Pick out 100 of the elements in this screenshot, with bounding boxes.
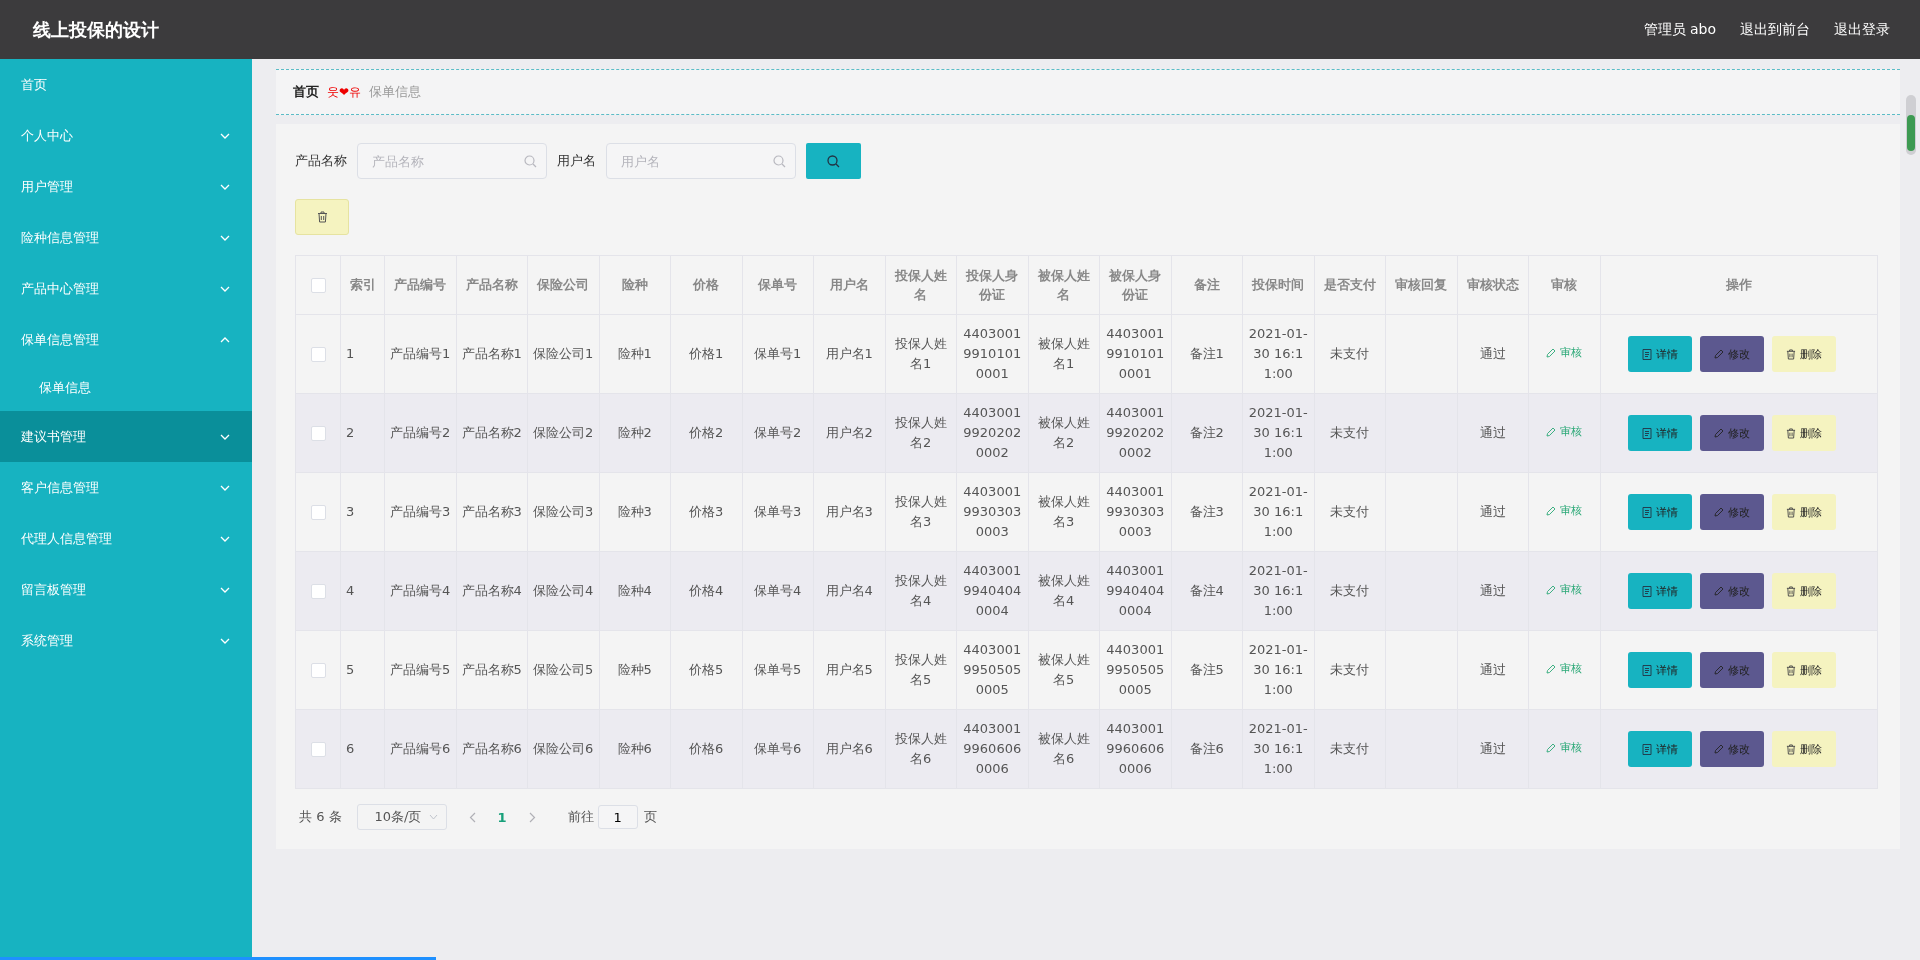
row-checkbox[interactable] (310, 583, 326, 599)
row-checkbox[interactable] (310, 741, 326, 757)
table-cell-text: 保单号5 (754, 660, 802, 679)
next-page-icon[interactable] (528, 811, 536, 823)
sidebar-item[interactable]: 险种信息管理 (0, 212, 252, 263)
delete-button[interactable] (295, 199, 349, 235)
page-unit-label: 页 (643, 808, 657, 826)
scrollbar[interactable] (1906, 95, 1916, 155)
sidebar-item[interactable]: 首页 (0, 59, 252, 110)
sidebar-item[interactable]: 保单信息管理 (0, 314, 252, 365)
sidebar-item[interactable]: 个人中心 (0, 110, 252, 161)
table-cell-text: 440300199202020002 (962, 403, 1023, 463)
review-link[interactable]: 审核 (1546, 739, 1583, 757)
chevron-icon (220, 183, 230, 190)
table-cell-text: 产品名称4 (461, 581, 522, 600)
column-header: 被保人姓名 (1037, 267, 1090, 302)
row-checkbox[interactable] (310, 425, 326, 441)
table-cell-text: 被保人姓名5 (1036, 650, 1091, 689)
column-header: 操作 (1725, 277, 1752, 293)
table-cell-text: 440300199101010001 (962, 324, 1023, 384)
table-cell-text: 2021-01-30 16:11:00 (1248, 324, 1309, 384)
sidebar-item[interactable]: 建议书管理 (0, 411, 252, 462)
column-header: 审核 (1551, 277, 1578, 293)
review-link[interactable]: 审核 (1546, 581, 1583, 599)
pencil-icon (1546, 742, 1557, 753)
sidebar-item[interactable]: 用户管理 (0, 161, 252, 212)
table-cell-text: 未支付 (1330, 660, 1370, 679)
pencil-icon (1713, 586, 1724, 596)
detail-button[interactable]: 详情 (1627, 415, 1692, 451)
table-cell-text: 440300199202020002 (1105, 403, 1166, 463)
table-cell-text: 用户名3 (825, 502, 873, 521)
edit-button[interactable]: 修改 (1699, 652, 1764, 688)
edit-button[interactable]: 修改 (1699, 731, 1764, 767)
delete-button[interactable]: 删除 (1771, 652, 1836, 688)
search-field[interactable]: 产品名称 (357, 143, 547, 179)
trash-icon (1785, 664, 1796, 676)
edit-button[interactable]: 修改 (1699, 494, 1764, 530)
delete-button[interactable]: 删除 (1771, 573, 1836, 609)
review-link[interactable]: 审核 (1546, 660, 1583, 678)
search-field[interactable]: 用户名 (606, 143, 796, 179)
sidebar-item[interactable]: 留言板管理 (0, 564, 252, 615)
page-number[interactable]: 1 (497, 809, 507, 825)
search-button[interactable] (806, 143, 861, 179)
table-cell-text: 440300199303030003 (1105, 482, 1166, 542)
detail-button[interactable]: 详情 (1627, 573, 1692, 609)
row-checkbox[interactable] (310, 504, 326, 520)
table-cell-text: 2021-01-30 16:11:00 (1248, 403, 1309, 463)
delete-button[interactable]: 删除 (1771, 415, 1836, 451)
delete-button[interactable]: 删除 (1771, 494, 1836, 530)
document-icon (1641, 348, 1652, 360)
table-cell-text: 保险公司5 (533, 660, 594, 679)
table-cell-text: 产品名称3 (461, 502, 522, 521)
edit-button[interactable]: 修改 (1699, 573, 1764, 609)
admin-label: 管理员 abo (1643, 20, 1716, 39)
sidebar-item[interactable]: 系统管理 (0, 615, 252, 666)
table-cell-text: 440300199505050005 (962, 640, 1023, 700)
detail-button[interactable]: 详情 (1627, 731, 1692, 767)
table-cell-text: 用户名6 (825, 739, 873, 758)
edit-button[interactable]: 修改 (1699, 336, 1764, 372)
column-header: 备注 (1193, 277, 1220, 293)
table-cell-text: 未支付 (1330, 423, 1370, 442)
pencil-icon (1713, 665, 1724, 675)
row-checkbox[interactable] (310, 662, 326, 678)
sidebar-subitem[interactable]: 保单信息 (0, 365, 252, 411)
row-checkbox[interactable] (310, 346, 326, 362)
pencil-icon (1713, 507, 1724, 517)
detail-button[interactable]: 详情 (1627, 494, 1692, 530)
chevron-icon (220, 637, 230, 644)
trash-icon (1785, 348, 1796, 360)
pencil-icon (1713, 428, 1724, 438)
sidebar-item[interactable]: 客户信息管理 (0, 462, 252, 513)
table-cell-text: 用户名4 (825, 581, 873, 600)
detail-button[interactable]: 详情 (1627, 652, 1692, 688)
header-link[interactable]: 退出登录 (1834, 20, 1890, 39)
table-cell-text: 备注2 (1189, 423, 1224, 442)
delete-button[interactable]: 删除 (1771, 731, 1836, 767)
detail-button[interactable]: 详情 (1627, 336, 1692, 372)
header-link[interactable]: 退出到前台 (1740, 20, 1810, 39)
delete-button[interactable]: 删除 (1771, 336, 1836, 372)
review-link[interactable]: 审核 (1546, 502, 1583, 520)
review-link[interactable]: 审核 (1546, 344, 1583, 362)
review-link[interactable]: 审核 (1546, 423, 1583, 441)
page-size-select[interactable]: 10条/页 (356, 804, 447, 830)
table-cell-text: 险种1 (617, 344, 652, 363)
table-cell-text: 投保人姓名5 (893, 650, 948, 689)
previous-page-icon[interactable] (468, 811, 476, 823)
pencil-icon (1713, 744, 1724, 754)
breadcrumb-link[interactable]: 首页 (293, 83, 319, 101)
table-cell-text: 2021-01-30 16:11:00 (1248, 561, 1309, 621)
edit-button[interactable]: 修改 (1699, 415, 1764, 451)
table-cell-text: 被保人姓名2 (1036, 413, 1091, 452)
sidebar-item[interactable]: 代理人信息管理 (0, 513, 252, 564)
pencil-icon (1713, 349, 1724, 359)
search-icon (773, 155, 786, 168)
table-cell-text: 备注1 (1189, 344, 1224, 363)
search-icon (524, 155, 537, 168)
chevron-icon (220, 535, 230, 542)
sidebar-item[interactable]: 产品中心管理 (0, 263, 252, 314)
page-input[interactable]: 1 (597, 805, 638, 829)
select-all-checkbox[interactable] (310, 278, 326, 294)
